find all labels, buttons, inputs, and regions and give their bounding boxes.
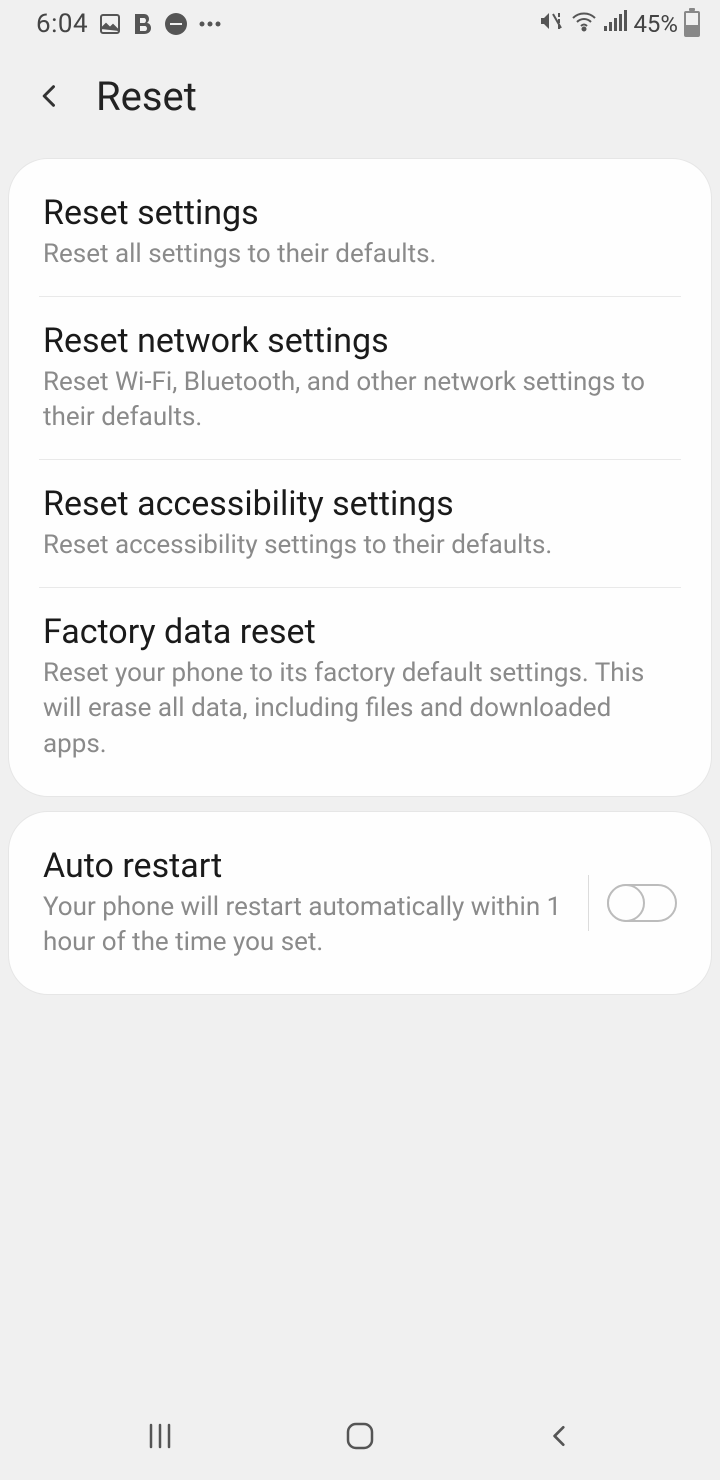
row-subtitle: Reset accessibility settings to their de… xyxy=(43,528,677,563)
row-title: Auto restart xyxy=(43,846,564,886)
toggle-knob xyxy=(607,884,645,922)
row-subtitle: Reset Wi-Fi, Bluetooth, and other networ… xyxy=(43,365,677,435)
signal-icon xyxy=(603,10,627,38)
reset-accessibility-settings-row[interactable]: Reset accessibility settings Reset acces… xyxy=(39,459,681,587)
system-nav-bar xyxy=(0,1400,720,1480)
status-time: 6:04 xyxy=(36,9,88,39)
auto-restart-card: Auto restart Your phone will restart aut… xyxy=(8,811,712,995)
row-title: Reset accessibility settings xyxy=(43,484,677,524)
app-circle-icon xyxy=(164,12,188,36)
row-title: Factory data reset xyxy=(43,612,677,652)
row-title: Reset network settings xyxy=(43,321,677,361)
battery-percent: 45% xyxy=(633,10,678,38)
row-subtitle: Reset your phone to its factory default … xyxy=(43,656,677,761)
wifi-icon xyxy=(571,10,597,38)
more-notifications-icon xyxy=(198,20,222,28)
row-title: Reset settings xyxy=(43,193,677,233)
content-area: Reset settings Reset all settings to the… xyxy=(0,144,720,1400)
factory-data-reset-row[interactable]: Factory data reset Reset your phone to i… xyxy=(39,587,681,791)
nav-back-button[interactable] xyxy=(530,1416,590,1456)
battery-icon xyxy=(684,11,700,37)
status-bar: 6:04 45% xyxy=(0,0,720,48)
auto-restart-row[interactable]: Auto restart Your phone will restart aut… xyxy=(9,816,711,990)
row-subtitle: Your phone will restart automatically wi… xyxy=(43,890,564,960)
reset-options-card: Reset settings Reset all settings to the… xyxy=(8,158,712,797)
vertical-separator xyxy=(588,875,589,931)
picture-icon xyxy=(98,12,122,36)
reset-settings-row[interactable]: Reset settings Reset all settings to the… xyxy=(9,163,711,296)
auto-restart-toggle[interactable] xyxy=(607,884,677,922)
back-button[interactable] xyxy=(30,76,70,116)
home-button[interactable] xyxy=(330,1416,390,1456)
row-subtitle: Reset all settings to their defaults. xyxy=(43,237,677,272)
mute-vibrate-icon xyxy=(539,9,565,39)
reset-network-settings-row[interactable]: Reset network settings Reset Wi-Fi, Blue… xyxy=(39,296,681,459)
page-title: Reset xyxy=(96,73,197,120)
page-header: Reset xyxy=(0,48,720,144)
bold-b-icon xyxy=(132,12,154,36)
recents-button[interactable] xyxy=(130,1416,190,1456)
